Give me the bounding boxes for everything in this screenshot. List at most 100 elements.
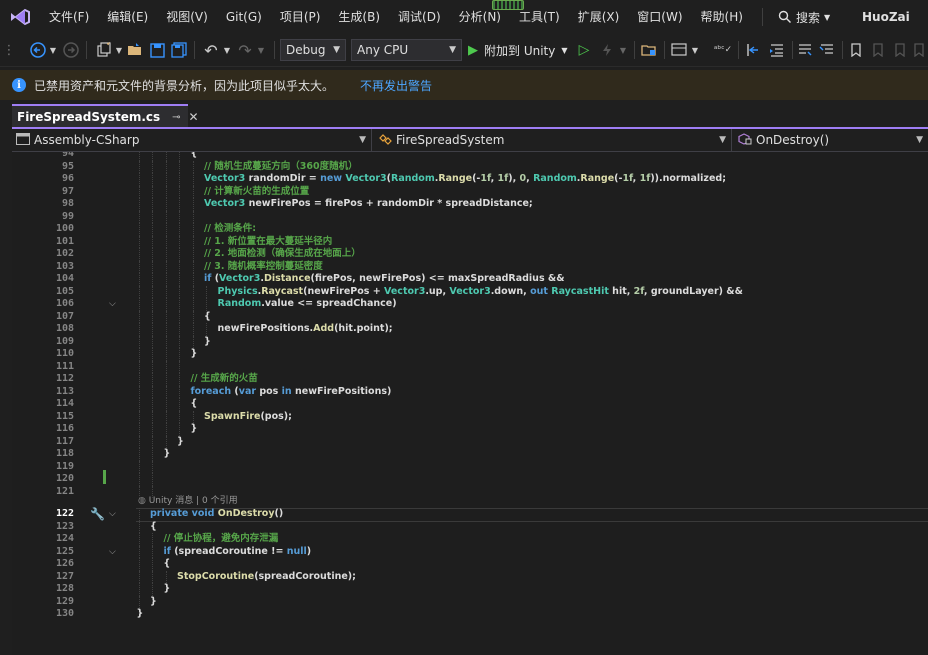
comment-lines-icon[interactable] bbox=[796, 40, 814, 60]
search-icon bbox=[778, 10, 791, 23]
collapse-icon[interactable]: ⌵ bbox=[109, 299, 116, 309]
code-token: newFirePositions) bbox=[291, 385, 392, 397]
spell-check-icon[interactable]: ᵃᵇᶜ✓ bbox=[712, 40, 734, 60]
redo-icon[interactable]: ↷ bbox=[236, 40, 254, 60]
search-button[interactable]: 搜索 ▼ bbox=[778, 0, 830, 34]
menu-item[interactable]: 扩展(X) bbox=[569, 0, 629, 34]
code-line[interactable]: // 计算新火苗的生成位置 bbox=[204, 186, 309, 199]
layout-dropdown-icon[interactable]: ▼ bbox=[690, 40, 700, 60]
solution-configuration-select[interactable]: Debug ▼ bbox=[280, 39, 346, 61]
redo-dropdown-icon[interactable]: ▼ bbox=[256, 40, 266, 60]
indent-guide bbox=[138, 152, 140, 161]
collapse-icon[interactable]: ⌵ bbox=[109, 547, 116, 557]
new-project-icon[interactable] bbox=[94, 40, 114, 60]
code-line[interactable]: // 停止协程，避免内存泄漏 bbox=[164, 533, 279, 546]
code-line[interactable]: private void OnDestroy() bbox=[150, 508, 283, 521]
uncomment-lines-icon[interactable] bbox=[818, 40, 836, 60]
code-line[interactable]: if (Vector3.Distance(firePos, newFirePos… bbox=[204, 273, 564, 286]
code-token: Range bbox=[438, 173, 473, 184]
code-line[interactable]: newFirePositions.Add(hit.point); bbox=[218, 323, 393, 336]
tab-firespreadsystem[interactable]: FireSpreadSystem.cs ⊸ ✕ bbox=[12, 104, 199, 128]
code-line[interactable]: StopCoroutine(spreadCoroutine); bbox=[177, 571, 356, 584]
start-without-debugging-icon[interactable]: ▷ bbox=[576, 40, 592, 60]
code-token: .up, bbox=[425, 285, 450, 297]
menu-item[interactable]: 编辑(E) bbox=[98, 0, 157, 34]
code-line[interactable]: { bbox=[191, 152, 198, 161]
outdent-icon[interactable] bbox=[744, 40, 762, 60]
member-dropdown[interactable]: OnDestroy() ▼ bbox=[734, 129, 928, 151]
toolbar-grip-icon[interactable]: ⋮ bbox=[3, 40, 16, 60]
next-bookmark-icon[interactable] bbox=[892, 40, 908, 60]
type-dropdown[interactable]: FireSpreadSystem ▼ bbox=[374, 129, 732, 151]
code-line[interactable]: { bbox=[164, 558, 171, 571]
code-line[interactable]: Physics.Raycast(newFirePos + Vector3.up,… bbox=[218, 286, 743, 299]
code-editor[interactable]: ◍ Unity 消息 | 0 个引用 🔧 94 {95 // 随机生成蔓延方向（36… bbox=[12, 152, 928, 655]
dont-show-again-link[interactable]: 不再发出警告 bbox=[360, 77, 432, 94]
bookmark-icon[interactable] bbox=[848, 40, 864, 60]
code-line[interactable]: } bbox=[150, 596, 157, 609]
indent-guide bbox=[192, 298, 194, 311]
indent-guide bbox=[152, 360, 153, 373]
save-all-icon[interactable] bbox=[170, 40, 188, 60]
navigate-back-icon[interactable] bbox=[28, 40, 48, 60]
code-line[interactable]: // 3. 随机概率控制蔓延密度 bbox=[204, 261, 323, 274]
undo-dropdown-icon[interactable]: ▼ bbox=[222, 40, 232, 60]
navigate-forward-icon[interactable] bbox=[62, 40, 80, 60]
code-line[interactable]: } bbox=[204, 336, 211, 349]
close-icon[interactable]: ✕ bbox=[189, 110, 199, 124]
previous-bookmark-icon[interactable] bbox=[870, 40, 886, 60]
menu-item[interactable]: 调试(D) bbox=[389, 0, 450, 34]
menu-item[interactable]: 视图(V) bbox=[157, 0, 217, 34]
menu-item[interactable]: 生成(B) bbox=[329, 0, 389, 34]
pin-icon[interactable]: ⊸ bbox=[172, 112, 180, 123]
code-line[interactable]: // 检测条件: bbox=[204, 223, 256, 236]
open-file-icon[interactable] bbox=[126, 40, 144, 60]
code-line[interactable]: } bbox=[191, 348, 198, 361]
line-number: 115 bbox=[55, 410, 74, 422]
screwdriver-icon[interactable]: 🔧 bbox=[90, 507, 105, 521]
menu-item[interactable]: 文件(F) bbox=[40, 0, 98, 34]
visual-studio-logo-icon[interactable] bbox=[0, 0, 40, 34]
indent-guide bbox=[165, 360, 167, 373]
code-line[interactable]: { bbox=[150, 521, 157, 534]
code-line[interactable]: foreach (var pos in newFirePositions) bbox=[191, 386, 392, 399]
code-line[interactable]: } bbox=[164, 448, 171, 461]
line-number: 116 bbox=[55, 423, 74, 434]
code-line[interactable]: if (spreadCoroutine != null) bbox=[164, 546, 312, 559]
code-line[interactable]: { bbox=[191, 398, 198, 411]
code-line[interactable]: Vector3 newFirePos = firePos + randomDir… bbox=[204, 198, 533, 211]
code-line[interactable]: Vector3 randomDir = new Vector3(Random.R… bbox=[204, 173, 726, 186]
undo-icon[interactable]: ↶ bbox=[202, 40, 220, 60]
code-line[interactable]: { bbox=[204, 311, 211, 324]
solution-platform-select[interactable]: Any CPU ▼ bbox=[351, 39, 462, 61]
back-dropdown-icon[interactable]: ▼ bbox=[48, 40, 58, 60]
menu-item[interactable]: 帮助(H) bbox=[692, 0, 752, 34]
code-line[interactable]: // 随机生成蔓延方向（360度随机） bbox=[204, 161, 358, 174]
clear-bookmarks-icon[interactable] bbox=[912, 40, 926, 60]
code-line[interactable]: // 生成新的火苗 bbox=[191, 373, 258, 386]
new-dropdown-icon[interactable]: ▼ bbox=[114, 40, 124, 60]
code-line[interactable]: // 1. 新位置在最大蔓延半径内 bbox=[204, 236, 332, 249]
code-line[interactable]: SpawnFire(pos); bbox=[204, 411, 292, 424]
code-line[interactable]: } bbox=[164, 583, 171, 596]
code-token: Vector3 bbox=[204, 198, 246, 209]
indent-guide bbox=[138, 448, 140, 461]
code-line[interactable]: Random.value <= spreadChance) bbox=[218, 298, 397, 311]
code-line[interactable]: // 2. 地面检测（确保生成在地面上） bbox=[204, 248, 361, 261]
menu-item[interactable]: 项目(P) bbox=[271, 0, 330, 34]
menu-item[interactable]: Git(G) bbox=[217, 0, 271, 34]
save-icon[interactable] bbox=[148, 40, 166, 60]
hot-reload-icon[interactable] bbox=[598, 40, 616, 60]
user-account[interactable]: HuoZai bbox=[862, 0, 910, 34]
menu-item[interactable]: 窗口(W) bbox=[628, 0, 691, 34]
open-folder-icon[interactable] bbox=[640, 40, 658, 60]
hot-reload-dropdown-icon[interactable]: ▼ bbox=[618, 40, 628, 60]
project-dropdown[interactable]: Assembly-CSharp ▼ bbox=[12, 129, 372, 151]
attach-to-unity-button[interactable]: ▶ 附加到 Unity ▼ bbox=[468, 40, 572, 60]
indent-icon[interactable] bbox=[768, 40, 786, 60]
code-line[interactable]: } bbox=[191, 423, 198, 436]
code-line[interactable]: } bbox=[177, 436, 184, 449]
layout-icon[interactable] bbox=[670, 40, 688, 60]
code-line[interactable]: } bbox=[137, 608, 144, 621]
collapse-icon[interactable]: ⌵ bbox=[109, 509, 116, 519]
